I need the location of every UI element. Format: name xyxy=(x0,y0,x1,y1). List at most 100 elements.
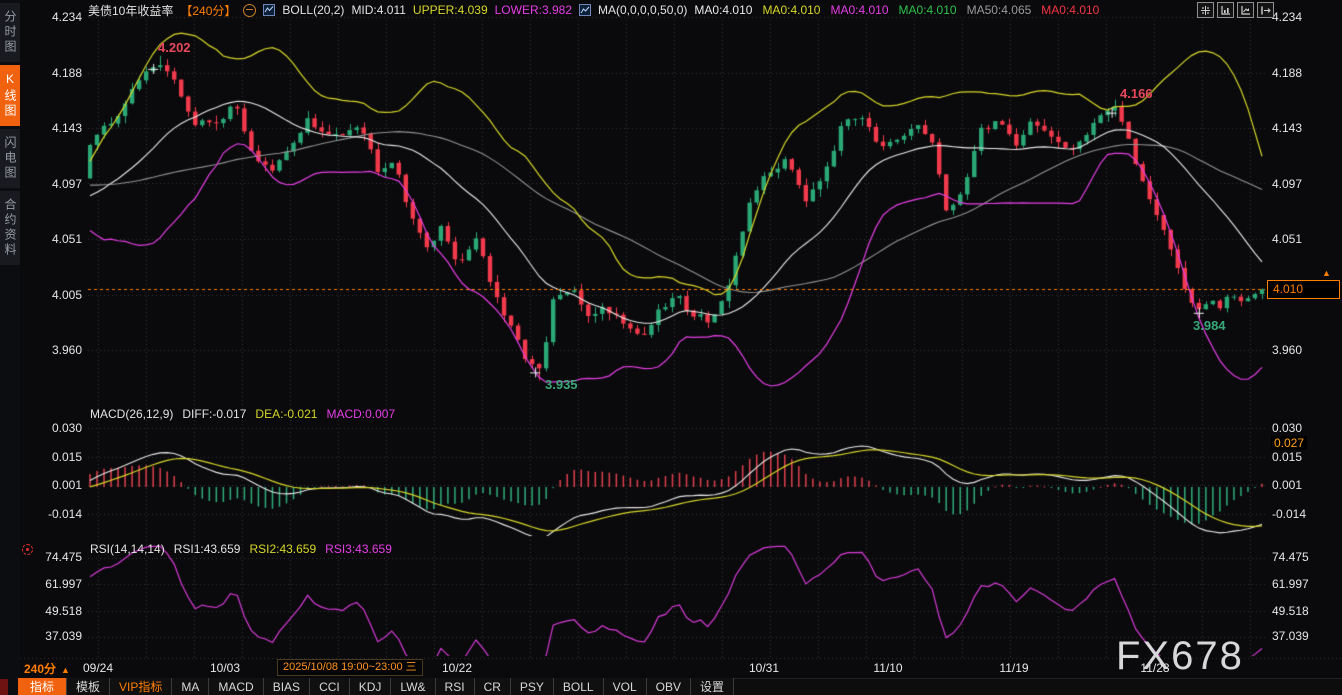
rsi3-value: RSI3:43.659 xyxy=(325,542,392,556)
rsi-axis-tick: 74.475 xyxy=(1272,550,1332,564)
macd-axis-tick: 0.030 xyxy=(30,421,82,435)
main-axis-tick: 4.188 xyxy=(1272,66,1332,80)
rsi-header: RSI(14,14,14) RSI1:43.659 RSI2:43.659 RS… xyxy=(90,542,392,556)
toolbar-button[interactable]: KDJ xyxy=(350,678,392,695)
x-axis-label: 11/19 xyxy=(999,661,1028,675)
macd-axis-tick: -0.014 xyxy=(30,507,82,521)
toolbar-button[interactable]: MACD xyxy=(209,678,263,695)
macd-dea: DEA:-0.021 xyxy=(255,407,317,421)
toolbar-button-label: MA xyxy=(181,680,199,694)
collapse-icon[interactable] xyxy=(243,4,256,17)
toolbar-button[interactable]: CR xyxy=(475,678,511,695)
macd-diff: DIFF:-0.017 xyxy=(182,407,246,421)
sidebar-tab[interactable]: 闪电图 xyxy=(0,129,20,188)
main-axis-tick: 4.234 xyxy=(1272,10,1332,24)
x-axis-label: 09/24 xyxy=(83,661,113,675)
rsi-axis-tick: 61.997 xyxy=(1272,577,1332,591)
toolbar-button[interactable]: VIP指标 xyxy=(110,678,172,695)
toolbar-button-label: RSI xyxy=(445,680,465,694)
toolbar-button[interactable]: PSY xyxy=(511,678,554,695)
left-axis-chart-icon[interactable] xyxy=(1217,2,1234,18)
alert-icon[interactable] xyxy=(22,544,33,555)
boll-indicator-icon[interactable] xyxy=(263,4,275,16)
ma-indicator-icon[interactable] xyxy=(579,4,591,16)
rsi-label[interactable]: RSI(14,14,14) xyxy=(90,542,165,556)
main-axis-tick: 4.051 xyxy=(30,232,82,246)
sidebar-tab-label: 分时图 xyxy=(3,10,17,55)
period-tag[interactable]: 【240分】 xyxy=(180,2,236,19)
toolbar-button[interactable]: BOLL xyxy=(554,678,604,695)
pan-crosshair-icon[interactable] xyxy=(1197,2,1214,18)
toolbar-button-label: LW& xyxy=(400,680,425,694)
toolbar-button-label: CR xyxy=(484,680,501,694)
toolbar-button-label: VOL xyxy=(613,680,637,694)
right-axis-chart-icon[interactable] xyxy=(1237,2,1254,18)
toolbar-button[interactable]: CCI xyxy=(310,678,350,695)
toolbar-button-label: 指标 xyxy=(30,678,54,695)
toolbar-button[interactable]: OBV xyxy=(647,678,691,695)
current-price-tag[interactable]: 4.010 xyxy=(1267,280,1340,299)
macd-axis-tick: 0.015 xyxy=(1272,450,1332,464)
edge-accent xyxy=(0,679,8,695)
macd-axis-tick: 0.015 xyxy=(30,450,82,464)
main-axis-tick: 3.960 xyxy=(1272,343,1332,357)
ma-value: MA0:4.010 xyxy=(899,3,957,17)
macd-label[interactable]: MACD(26,12,9) xyxy=(90,407,173,421)
toolbar-button[interactable]: LW& xyxy=(391,678,435,695)
toolbar-button-label: VIP指标 xyxy=(119,678,162,695)
macd-value: MACD:0.007 xyxy=(326,407,395,421)
chart-canvas[interactable] xyxy=(0,0,1342,695)
toolbar-button[interactable]: VOL xyxy=(604,678,647,695)
toolbar-button[interactable]: RSI xyxy=(436,678,475,695)
toolbar-button-label: OBV xyxy=(656,680,681,694)
main-axis-tick: 4.005 xyxy=(30,288,82,302)
cursor-date-tooltip: 2025/10/08 19:00~23:00 三 xyxy=(277,659,423,676)
toolbar-button-label: CCI xyxy=(319,680,340,694)
rsi1-value: RSI1:43.659 xyxy=(174,542,241,556)
sidebar-tab[interactable]: 分时图 xyxy=(0,3,20,62)
toolbar-button[interactable]: BIAS xyxy=(264,678,310,695)
toolbar-button[interactable]: 指标 xyxy=(18,678,67,695)
toolbar-button[interactable]: 模板 xyxy=(67,678,110,695)
main-axis-tick: 4.097 xyxy=(1272,177,1332,191)
toolbar-button-label: KDJ xyxy=(359,680,382,694)
boll-label[interactable]: BOLL(20,2) xyxy=(282,3,344,17)
main-axis-tick: 4.188 xyxy=(30,66,82,80)
sidebar: 分时图 K线图 闪电图 合约资料 xyxy=(0,0,20,695)
rsi-axis-tick: 74.475 xyxy=(30,550,82,564)
sidebar-tab[interactable]: 合约资料 xyxy=(0,191,20,265)
price-marker-icon[interactable]: ▲ xyxy=(1322,268,1331,278)
ma-values: MA0:4.010MA0:4.010MA0:4.010MA0:4.010MA50… xyxy=(694,3,1099,17)
instrument-title: 美债10年收益率 xyxy=(88,2,173,19)
low-label-1: 3.935 xyxy=(545,377,578,392)
high-label-2: 4.166 xyxy=(1120,86,1153,101)
ma-label[interactable]: MA(0,0,0,0,50,0) xyxy=(598,3,687,17)
main-axis-tick: 4.234 xyxy=(30,10,82,24)
boll-lower: LOWER:3.982 xyxy=(495,3,572,17)
macd-axis-tick: 0.030 xyxy=(1272,421,1332,435)
ma-value: MA0:4.010 xyxy=(830,3,888,17)
rsi-axis-tick: 49.518 xyxy=(1272,604,1332,618)
sidebar-tab[interactable]: K线图 xyxy=(0,65,20,126)
rsi-axis-tick: 49.518 xyxy=(30,604,82,618)
period-up-icon: ▲ xyxy=(61,665,70,675)
ma-value: MA0:4.010 xyxy=(762,3,820,17)
sidebar-tab-label: K线图 xyxy=(3,72,17,119)
chart-header: 美债10年收益率 【240分】 BOLL(20,2) MID:4.011 UPP… xyxy=(88,0,1099,20)
ma-value: MA0:4.010 xyxy=(694,3,752,17)
toolbar-button-label: BOLL xyxy=(563,680,594,694)
app-root: 分时图 K线图 闪电图 合约资料 美债10年收益率 【240分】 BOLL(20… xyxy=(0,0,1342,695)
main-axis-tick: 3.960 xyxy=(30,343,82,357)
sidebar-tab-label: 合约资料 xyxy=(3,198,17,258)
indicator-toolbar: 指标 模板 VIP指标 MA MACD BIAS CCI xyxy=(18,678,734,695)
toolbar-button-label: 设置 xyxy=(700,678,724,695)
toolbar-button[interactable]: MA xyxy=(172,678,209,695)
low-label-2: 3.984 xyxy=(1193,318,1226,333)
macd-header: MACD(26,12,9) DIFF:-0.017 DEA:-0.021 MAC… xyxy=(90,407,395,421)
x-axis-label: 10/22 xyxy=(442,661,472,675)
export-icon[interactable] xyxy=(1257,2,1274,18)
toolbar-button[interactable]: 设置 xyxy=(691,678,734,695)
period-selector[interactable]: 240分▲ xyxy=(24,660,70,677)
main-axis-tick: 4.051 xyxy=(1272,232,1332,246)
watermark: FX678 xyxy=(1116,634,1244,679)
